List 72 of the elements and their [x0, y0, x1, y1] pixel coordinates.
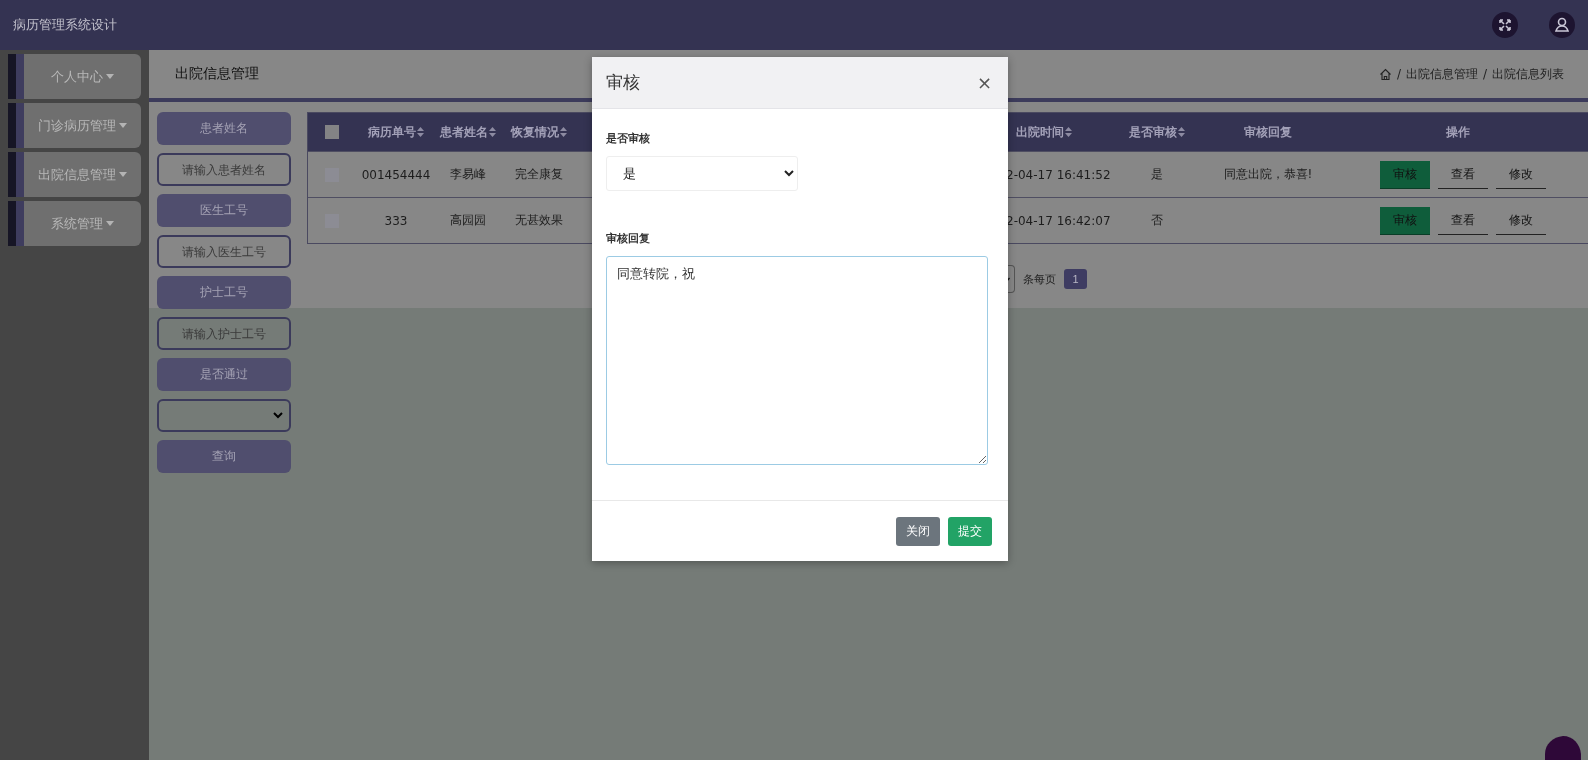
field-label: 审核回复	[606, 231, 651, 246]
caret-icon	[119, 172, 127, 177]
breadcrumb-separator: /	[1396, 67, 1401, 81]
menu-stripe	[8, 103, 24, 148]
table-cell: 否	[1151, 212, 1163, 229]
column-header[interactable]: 患者姓名	[436, 113, 500, 151]
table-cell: 是	[1151, 166, 1163, 183]
action-button[interactable]: 查看	[1438, 160, 1488, 189]
sort-icon[interactable]	[489, 127, 496, 137]
table-cell: 高园园	[450, 212, 486, 229]
menu-stripe	[8, 152, 24, 197]
action-button[interactable]: 修改	[1496, 206, 1546, 235]
table-cell: 2-04-17 16:42:07	[1006, 213, 1111, 228]
column-header[interactable]: 恢复情况	[500, 113, 578, 151]
sort-icon[interactable]	[1065, 127, 1072, 137]
floating-button[interactable]	[1543, 734, 1583, 760]
filter-input[interactable]: 请输入护士工号	[157, 317, 291, 350]
filter-label: 是否通过	[157, 358, 291, 391]
action-button[interactable]: 修改	[1496, 160, 1546, 189]
action-button[interactable]: 审核	[1380, 206, 1430, 235]
caret-icon	[106, 74, 114, 79]
caret-icon	[106, 221, 114, 226]
sidebar-item[interactable]: 门诊病历管理	[24, 103, 141, 148]
fullscreen-icon[interactable]	[1492, 12, 1518, 38]
caret-icon	[119, 123, 127, 128]
close-button[interactable]: ×	[976, 72, 992, 93]
filter-select[interactable]	[157, 399, 291, 432]
per-page-label: 条每页	[1023, 271, 1056, 287]
user-icon[interactable]	[1549, 12, 1575, 38]
cancel-button[interactable]: 关闭	[896, 516, 940, 546]
field-label: 是否审核	[606, 131, 651, 146]
table-cell: 同意出院，恭喜!	[1223, 166, 1313, 183]
page-button[interactable]: 1	[1064, 269, 1087, 289]
table-cell: 李易峰	[450, 166, 486, 183]
home-icon[interactable]	[1378, 67, 1392, 81]
sidebar-item[interactable]: 个人中心	[24, 54, 141, 99]
table-cell: 001454444	[361, 167, 431, 182]
sidebar-item[interactable]: 出院信息管理	[24, 152, 141, 197]
table-cell: 无甚效果	[515, 212, 563, 229]
breadcrumb-link[interactable]: 出院信息管理	[1405, 65, 1478, 83]
chevron-down-icon	[273, 412, 283, 419]
app-title: 病历管理系统设计	[13, 16, 117, 34]
filter-label: 医生工号	[157, 194, 291, 227]
table-cell: 2-04-17 16:41:52	[1006, 167, 1111, 182]
reply-field[interactable]: 同意转院，祝	[606, 256, 988, 465]
action-button[interactable]: 查看	[1438, 206, 1488, 235]
page-title: 出院信息管理	[175, 65, 259, 83]
review-select[interactable]: 是	[606, 156, 798, 191]
filter-input[interactable]: 请输入医生工号	[157, 235, 291, 268]
checkbox[interactable]	[325, 125, 339, 139]
sidebar-item[interactable]: 系统管理	[24, 201, 141, 246]
table-cell: 333	[384, 213, 408, 228]
column-header: 操作	[1445, 123, 1471, 141]
submit-button[interactable]: 提交	[948, 516, 992, 546]
dialog-title: 审核	[606, 71, 640, 94]
sort-icon[interactable]	[1178, 127, 1185, 137]
breadcrumb-link[interactable]: 出院信息列表	[1492, 65, 1564, 83]
table-cell: 完全康复	[515, 166, 563, 183]
column-header[interactable]: 是否审核	[1106, 113, 1208, 151]
filter-label: 患者姓名	[157, 112, 291, 145]
column-header[interactable]: 出院时间	[1006, 113, 1106, 151]
filter-input[interactable]: 请输入患者姓名	[157, 153, 291, 186]
breadcrumb-separator: /	[1482, 67, 1487, 81]
sort-icon[interactable]	[417, 127, 424, 137]
filter-label: 护士工号	[157, 276, 291, 309]
search-button[interactable]: 查询	[157, 440, 291, 473]
menu-stripe	[8, 201, 24, 246]
column-header[interactable]: 病历单号	[356, 113, 436, 151]
column-header: 审核回复	[1243, 123, 1293, 141]
action-button[interactable]: 审核	[1380, 160, 1430, 189]
sort-icon[interactable]	[560, 127, 567, 137]
menu-stripe	[8, 54, 24, 99]
